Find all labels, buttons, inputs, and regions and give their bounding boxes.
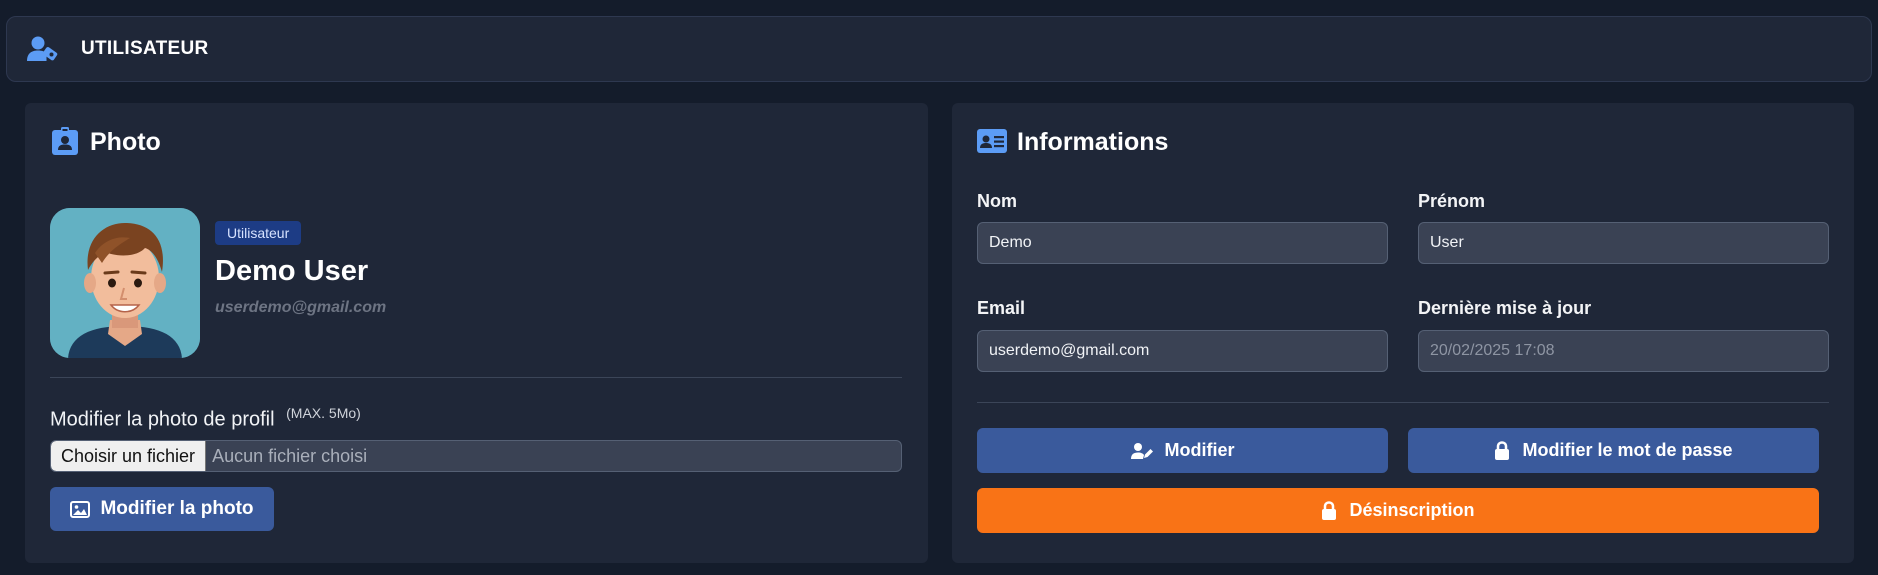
prenom-field[interactable]: User bbox=[1418, 222, 1829, 264]
user-name: Demo User bbox=[215, 255, 369, 287]
unsubscribe-button[interactable]: Désinscription bbox=[977, 488, 1819, 533]
page-title: UTILISATEUR bbox=[81, 38, 209, 59]
photo-card: Photo Utilisateur Demo User userdemo@gma… bbox=[25, 103, 928, 563]
user-gear-icon bbox=[27, 34, 61, 64]
image-icon bbox=[70, 500, 91, 518]
change-password-label: Modifier le mot de passe bbox=[1522, 440, 1733, 460]
updated-field: 20/02/2025 17:08 bbox=[1418, 330, 1829, 372]
lock-icon bbox=[1321, 501, 1337, 520]
change-password-button[interactable]: Modifier le mot de passe bbox=[1408, 428, 1819, 473]
user-email: userdemo@gmail.com bbox=[215, 299, 387, 316]
page-header: UTILISATEUR bbox=[6, 16, 1872, 82]
avatar bbox=[50, 208, 200, 358]
nom-field[interactable]: Demo bbox=[977, 222, 1388, 264]
email-field[interactable]: userdemo@gmail.com bbox=[977, 330, 1388, 372]
info-card-title: Informations bbox=[977, 127, 1168, 157]
id-badge-icon bbox=[50, 127, 80, 157]
choose-file-button[interactable]: Choisir un fichier bbox=[51, 441, 207, 471]
address-card-icon bbox=[977, 127, 1007, 157]
upload-label-text: Modifier la photo de profil bbox=[50, 408, 275, 431]
info-card: Informations Nom Demo Prénom User Email … bbox=[952, 103, 1854, 563]
photo-card-title: Photo bbox=[50, 127, 161, 157]
file-status: Aucun fichier choisi bbox=[212, 445, 368, 466]
update-photo-label: Modifier la photo bbox=[100, 498, 254, 519]
photo-card-heading: Photo bbox=[90, 127, 161, 156]
role-badge: Utilisateur bbox=[215, 221, 302, 245]
divider bbox=[977, 402, 1829, 403]
update-photo-button[interactable]: Modifier la photo bbox=[50, 487, 274, 531]
user-pen-icon bbox=[1130, 442, 1153, 460]
info-card-heading: Informations bbox=[1017, 127, 1169, 156]
prenom-label: Prénom bbox=[1418, 191, 1486, 211]
file-input[interactable]: Choisir un fichier Aucun fichier choisi bbox=[50, 440, 902, 472]
email-label: Email bbox=[977, 298, 1026, 318]
lock-icon bbox=[1494, 441, 1510, 460]
nom-label: Nom bbox=[977, 191, 1017, 211]
divider bbox=[50, 377, 902, 378]
upload-label: Modifier la photo de profil (MAX. 5Mo) bbox=[50, 405, 361, 432]
updated-label: Dernière mise à jour bbox=[1418, 298, 1592, 318]
edit-button-label: Modifier bbox=[1164, 440, 1235, 460]
upload-size-note: (MAX. 5Mo) bbox=[286, 405, 361, 421]
unsubscribe-label: Désinscription bbox=[1349, 500, 1475, 520]
edit-button[interactable]: Modifier bbox=[977, 428, 1388, 473]
